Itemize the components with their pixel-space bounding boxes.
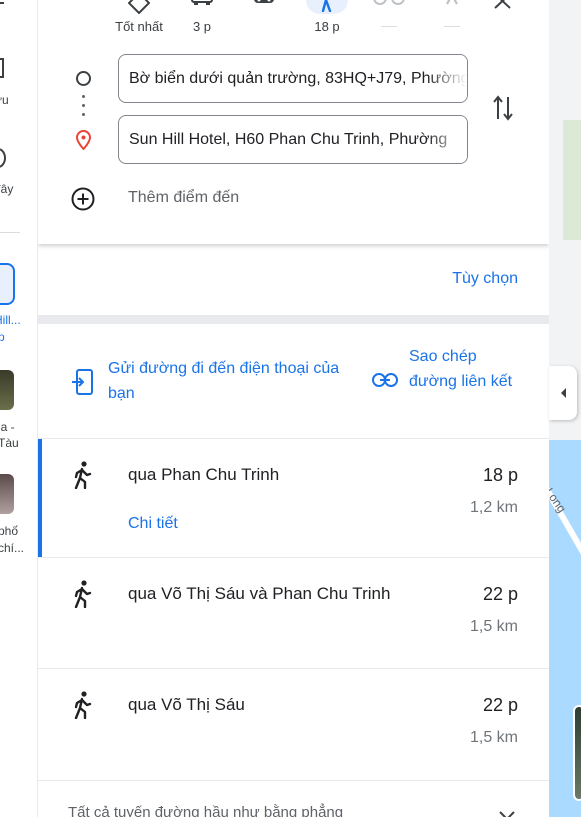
destination-value: Sun Hill Hotel, H60 Phan Chu Trinh, Phườ…: [129, 130, 448, 148]
recent-place-thumbnail[interactable]: [0, 370, 14, 410]
mode-label: 3 p: [192, 19, 212, 34]
sidebar-item-label: p: [0, 330, 5, 344]
section-divider: [38, 315, 549, 324]
map-photo-thumbnail[interactable]: [573, 705, 581, 801]
sidebar-item-label: đây: [0, 182, 14, 196]
walk-icon: [72, 580, 94, 609]
directions-panel: Tốt nhất 3 p 18 p Bờ biển dưới quản trườ…: [38, 0, 549, 817]
add-destination-icon[interactable]: [71, 187, 95, 216]
saved-icon[interactable]: [0, 58, 4, 78]
sidebar-item-label: Tàu: [0, 436, 19, 450]
recents-icon[interactable]: [0, 148, 6, 168]
send-to-phone-icon[interactable]: [72, 369, 94, 400]
route-time: 22 p: [482, 584, 518, 604]
bicycle-icon: [359, 0, 419, 12]
route-time: 18 p: [482, 465, 518, 485]
send-to-phone-button[interactable]: Gửi đường đi đến điện thoại của bạn: [108, 356, 358, 406]
add-destination-label[interactable]: Thêm điểm đến: [128, 189, 239, 207]
flight-icon: [422, 0, 482, 12]
route-distance: 1,5 km: [469, 618, 518, 635]
route-details-link[interactable]: Chi tiết: [128, 515, 178, 533]
route-option[interactable]: qua Võ Thị Sáu và Phan Chu Trinh 22 p 1,…: [38, 557, 549, 668]
close-icon[interactable]: [493, 0, 513, 10]
mode-unavailable-dash: [444, 26, 460, 27]
route-option[interactable]: qua Phan Chu Trinh 18 p 1,2 km Chi tiết: [38, 438, 549, 557]
route-title: qua Phan Chu Trinh: [128, 465, 280, 484]
sidebar-item-label: phố: [0, 524, 19, 538]
chevron-left-icon: [561, 388, 566, 398]
mode-label: 18 p: [314, 19, 340, 34]
route-option[interactable]: qua Võ Thị Sáu 22 p 1,5 km: [38, 668, 549, 780]
mode-unavailable-dash: [381, 26, 397, 27]
origin-input[interactable]: Bờ biển dưới quản trường, 83HQ+J79, Phườ…: [118, 54, 468, 103]
walk-icon: [72, 461, 94, 490]
destination-pin-icon: [75, 129, 92, 155]
rail-divider: [0, 232, 20, 233]
recent-place-thumbnail[interactable]: [0, 474, 14, 514]
route-distance: 1,5 km: [469, 729, 518, 746]
collapse-panel-button[interactable]: [549, 366, 577, 420]
destination-input[interactable]: Sun Hill Hotel, H60 Phan Chu Trinh, Phườ…: [118, 115, 468, 164]
directions-header: Tốt nhất 3 p 18 p Bờ biển dưới quản trườ…: [38, 0, 549, 244]
recent-place-sun-hill[interactable]: [0, 263, 15, 305]
route-dots: [82, 95, 85, 116]
walk-icon: [72, 691, 94, 720]
route-distance: 1,2 km: [469, 499, 518, 516]
left-rail: ưu đây Hill... p ia - Tàu phố chí...: [0, 0, 38, 817]
copy-link-button[interactable]: Sao chép đường liên kết: [409, 344, 519, 394]
transit-icon: [234, 0, 294, 12]
route-time: 22 p: [482, 695, 518, 715]
route-title: qua Võ Thị Sáu và Phan Chu Trinh: [128, 584, 391, 603]
diamond-turn-icon: [109, 0, 169, 14]
route-title: qua Võ Thị Sáu: [128, 695, 245, 714]
car-icon: [172, 0, 232, 12]
swap-icon[interactable]: [492, 94, 514, 127]
mode-label: Tốt nhất: [115, 19, 163, 34]
expand-icon[interactable]: [499, 808, 515, 817]
link-icon[interactable]: [372, 373, 398, 392]
menu-icon[interactable]: [0, 0, 6, 6]
options-button[interactable]: Tùy chọn: [452, 270, 518, 288]
terrain-note: Tất cả tuyến đường hầu như bằng phẳng: [68, 804, 344, 817]
sidebar-item-label: ia -: [0, 420, 15, 434]
map-green-area: [563, 120, 581, 240]
origin-value: Bờ biển dưới quản trường, 83HQ+J79, Phườ…: [129, 69, 467, 87]
origin-circle-icon: [76, 71, 91, 86]
walk-icon: [297, 0, 357, 12]
sidebar-item-label: chí...: [0, 541, 25, 555]
sidebar-item-label: Hill...: [0, 313, 21, 327]
routes-bottom-divider: [38, 780, 549, 781]
sidebar-item-label: ưu: [0, 93, 9, 107]
